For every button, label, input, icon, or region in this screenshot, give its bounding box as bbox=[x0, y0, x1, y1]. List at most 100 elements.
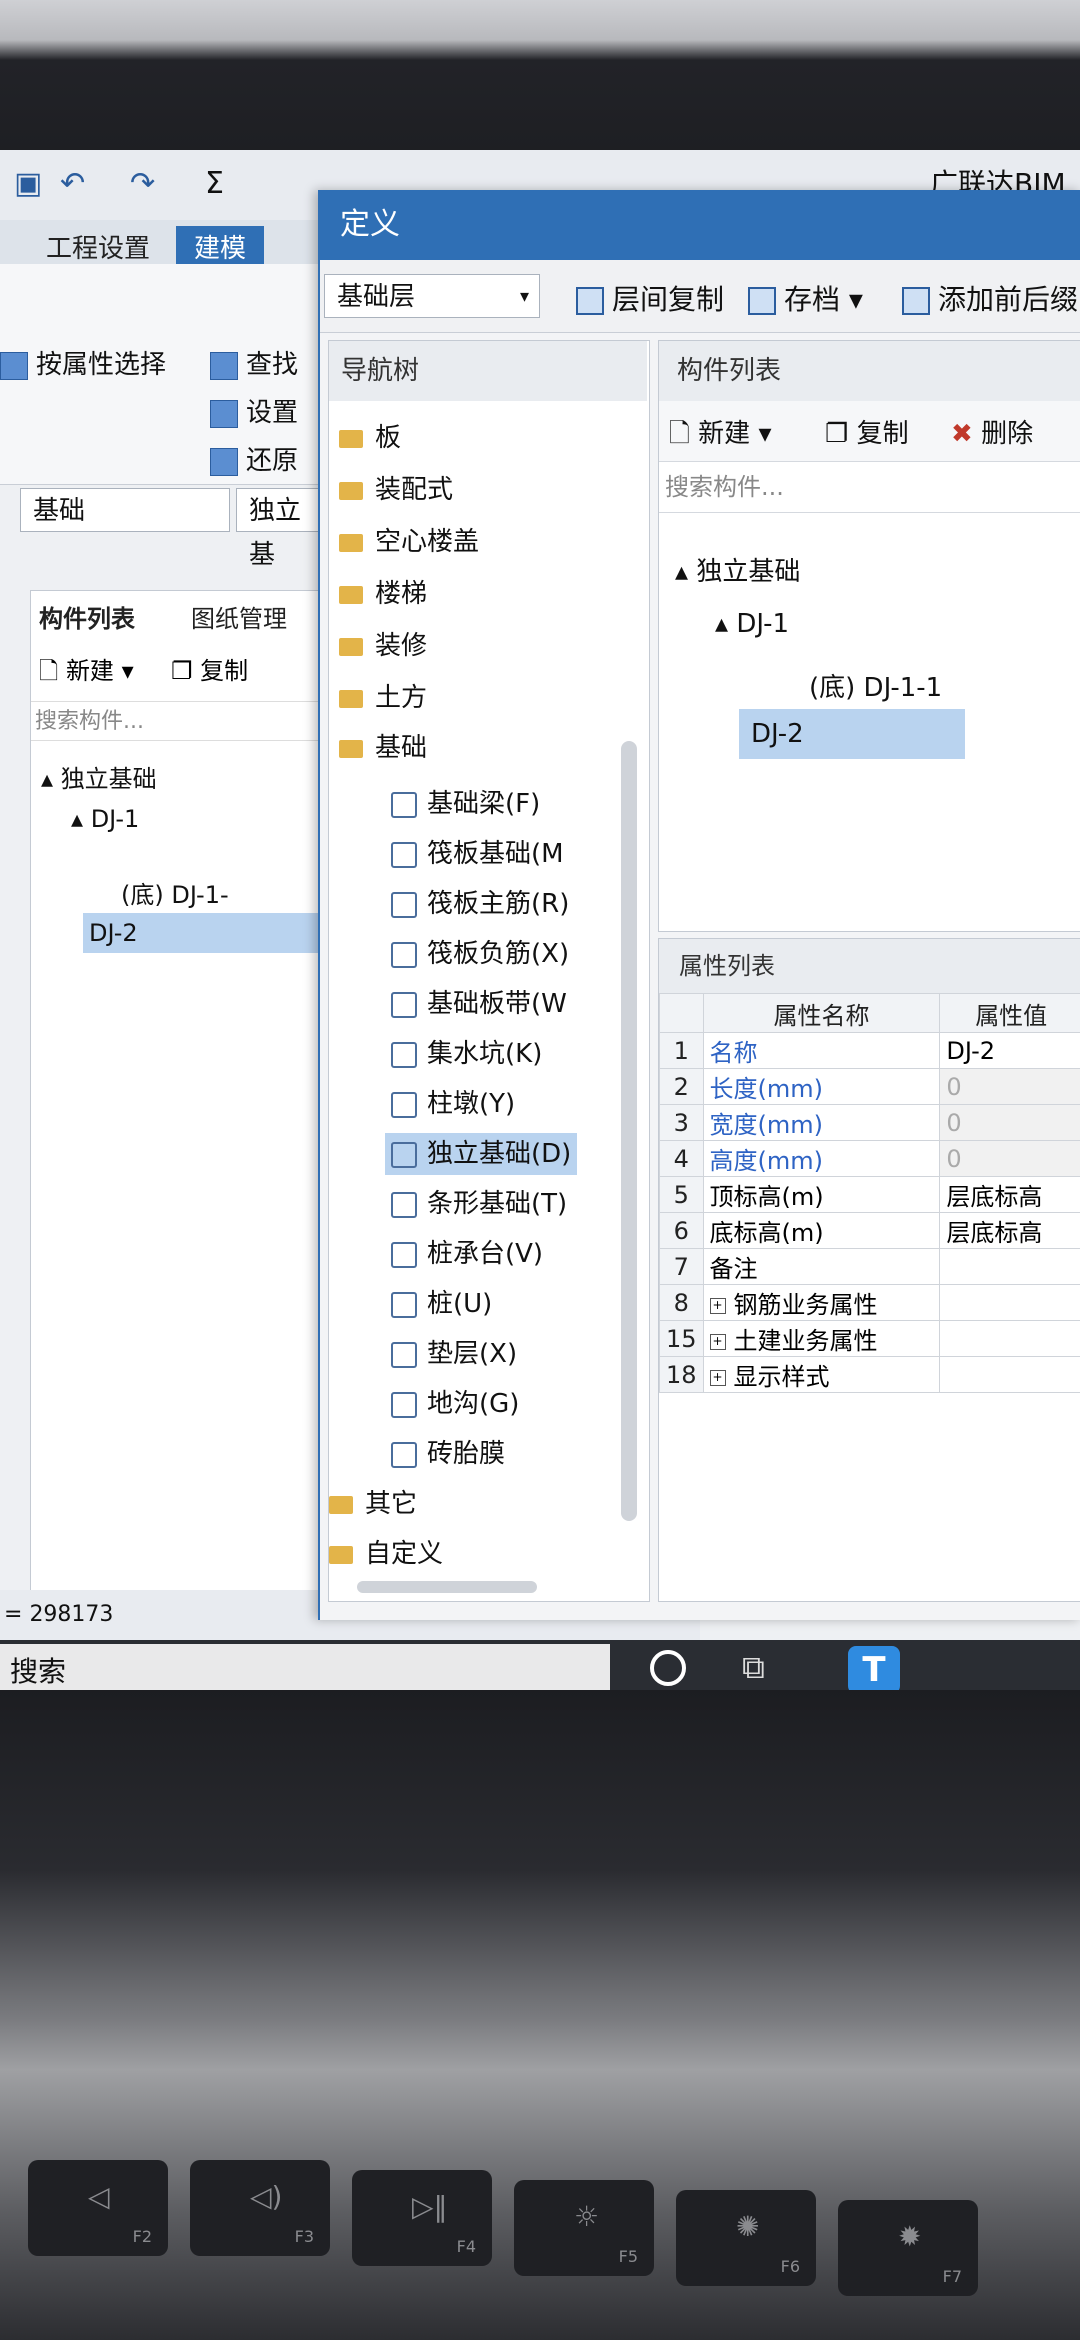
expand-icon[interactable]: + bbox=[709, 1370, 726, 1386]
key-f5[interactable]: ☼ F5 bbox=[514, 2180, 654, 2276]
table-row-expandable[interactable]: 15 + 土建业务属性 bbox=[659, 1320, 1080, 1357]
key-f3[interactable]: ◁) F3 bbox=[190, 2160, 330, 2256]
table-row-expandable[interactable]: 8 + 钢筋业务属性 bbox=[659, 1284, 1080, 1321]
add-prefix-suffix-button[interactable]: 添加前后缀 bbox=[902, 278, 1078, 318]
dialog-toolbar: 基础层 ▾ 层间复制 存档 ▾ 添加前后缀 bbox=[320, 260, 1080, 333]
tab-project-settings[interactable]: 工程设置 bbox=[28, 226, 168, 267]
nav-item-trench[interactable]: 地沟(G) bbox=[391, 1387, 519, 1421]
nav-folder-stairs[interactable]: 楼梯 bbox=[339, 577, 427, 611]
nav-item-isolated-footing[interactable]: 独立基础(D) bbox=[385, 1133, 577, 1175]
table-row[interactable]: 3 宽度(mm) 0 bbox=[659, 1104, 1080, 1141]
set-button[interactable]: 设置 bbox=[210, 392, 298, 429]
tab-modeling[interactable]: 建模 bbox=[176, 226, 265, 267]
key-f2[interactable]: ◁ F2 bbox=[28, 2160, 168, 2256]
component-search-input[interactable]: 搜索构件... bbox=[659, 461, 1080, 513]
property-list-panel: 属性列表 属性名称 属性值 1 名称 DJ-2 2 长度(mm) 0 3 宽度(mm) 0 … bbox=[658, 938, 1080, 1602]
select-by-attribute-button[interactable]: 按属性选择 bbox=[0, 344, 166, 381]
tree-item[interactable]: (底) DJ-1-1 bbox=[809, 667, 942, 704]
restore-icon bbox=[210, 447, 238, 476]
tree-item[interactable]: ▴ 独立基础 bbox=[675, 551, 800, 588]
undo-icon[interactable]: ↶ bbox=[60, 166, 85, 201]
copy-button[interactable]: ❐ 复制 bbox=[825, 413, 909, 450]
nav-folder-other[interactable]: 其它 bbox=[329, 1487, 417, 1521]
nav-item-raft-main-rebar[interactable]: 筏板主筋(R) bbox=[391, 887, 569, 921]
nav-folder-slab[interactable]: 板 bbox=[339, 421, 401, 455]
search-input[interactable]: 搜索构件... bbox=[31, 701, 321, 741]
task-view-icon[interactable]: ⧉ bbox=[742, 1648, 765, 1687]
nav-item-sump[interactable]: 集水坑(K) bbox=[391, 1037, 542, 1071]
key-f7[interactable]: ✹ F7 bbox=[838, 2200, 978, 2296]
restore-button[interactable]: 还原 bbox=[210, 440, 298, 477]
nav-folder-decoration[interactable]: 装修 bbox=[339, 629, 427, 663]
floor-combo[interactable]: 基础 bbox=[20, 488, 230, 532]
status-number: = 298173 bbox=[4, 1602, 114, 1627]
definition-dialog: 定义 基础层 ▾ 层间复制 存档 ▾ 添加前后缀 导航树 板 装配式 空心楼盖 楼… bbox=[318, 190, 1080, 1620]
new-button[interactable]: 🗋 新建 ▾ bbox=[669, 413, 772, 459]
col-value: 属性值 bbox=[939, 993, 1080, 1033]
nav-folder-hollow-floor[interactable]: 空心楼盖 bbox=[339, 525, 479, 559]
nav-item-raft-neg-rebar[interactable]: 筏板负筋(X) bbox=[391, 937, 569, 971]
delete-button[interactable]: ✖ 删除 bbox=[951, 413, 1033, 450]
key-f6[interactable]: ✺ F6 bbox=[676, 2190, 816, 2286]
isolated-footing-icon bbox=[391, 1141, 417, 1168]
volume-down-icon: ◁ bbox=[88, 2180, 110, 2213]
new-button[interactable]: 🗋 新建 ▾ bbox=[39, 651, 134, 695]
folder-open-icon bbox=[339, 739, 363, 758]
nav-item-pile[interactable]: 桩(U) bbox=[391, 1287, 492, 1321]
table-row[interactable]: 6 底标高(m) 层底标高 bbox=[659, 1212, 1080, 1249]
folder-icon bbox=[329, 1495, 353, 1514]
save-icon[interactable]: ▣ bbox=[14, 166, 42, 201]
monitor-bezel bbox=[0, 0, 1080, 170]
copy-between-floors-button[interactable]: 层间复制 bbox=[576, 278, 724, 318]
key-f4[interactable]: ▷‖ F4 bbox=[352, 2170, 492, 2266]
nav-folder-prefab[interactable]: 装配式 bbox=[339, 473, 453, 507]
nav-item-brick-mold[interactable]: 砖胎膜 bbox=[391, 1437, 505, 1471]
folder-icon bbox=[339, 481, 363, 500]
nav-folder-earthwork[interactable]: 土方 bbox=[339, 681, 427, 715]
trench-icon bbox=[391, 1391, 417, 1418]
new-icon: 🗋 bbox=[669, 419, 699, 449]
copy-button[interactable]: ❐ 复制 bbox=[171, 651, 248, 686]
nav-folder-custom[interactable]: 自定义 bbox=[329, 1537, 443, 1571]
nav-item-column-pier[interactable]: 柱墩(Y) bbox=[391, 1087, 515, 1121]
nav-item-cushion[interactable]: 垫层(X) bbox=[391, 1337, 517, 1371]
table-row[interactable]: 1 名称 DJ-2 bbox=[659, 1032, 1080, 1069]
property-list-header: 属性列表 bbox=[659, 939, 1080, 993]
nav-item-foundation-beam[interactable]: 基础梁(F) bbox=[391, 787, 540, 821]
taskbar-search[interactable]: 搜索 bbox=[0, 1644, 610, 1690]
table-row-expandable[interactable]: 18 + 显示样式 bbox=[659, 1356, 1080, 1393]
nav-hscrollbar[interactable] bbox=[357, 1581, 537, 1593]
tree-item[interactable]: ▴ DJ-1 bbox=[715, 609, 789, 639]
sum-icon[interactable]: Σ bbox=[205, 166, 224, 201]
dialog-title: 定义 bbox=[320, 190, 1080, 260]
col-index bbox=[659, 993, 704, 1033]
expand-icon[interactable]: + bbox=[709, 1334, 726, 1350]
tree-item[interactable]: ▴ DJ-1 bbox=[71, 805, 139, 833]
expand-icon[interactable]: + bbox=[709, 1298, 726, 1314]
nav-item-raft[interactable]: 筏板基础(M bbox=[391, 837, 564, 871]
redo-icon[interactable]: ↷ bbox=[130, 166, 155, 201]
cortana-icon[interactable] bbox=[650, 1650, 686, 1686]
tree-item[interactable]: (底) DJ-1- bbox=[121, 875, 229, 910]
archive-button[interactable]: 存档 ▾ bbox=[748, 278, 863, 318]
table-row[interactable]: 7 备注 bbox=[659, 1248, 1080, 1285]
tab-drawing-management[interactable]: 图纸管理 bbox=[191, 599, 287, 634]
nav-item-strip-footing[interactable]: 条形基础(T) bbox=[391, 1187, 567, 1221]
tree-item-selected[interactable]: DJ-2 bbox=[83, 913, 321, 953]
laptop-base: ◁ F2 ◁) F3 ▷‖ F4 ☼ F5 ✺ F6 ✹ F7 bbox=[0, 1690, 1080, 2340]
table-row[interactable]: 4 高度(mm) 0 bbox=[659, 1140, 1080, 1177]
tab-component-list[interactable]: 构件列表 bbox=[39, 599, 135, 634]
floor-select[interactable]: 基础层 ▾ bbox=[324, 274, 540, 318]
nav-item-foundation-strip[interactable]: 基础板带(W bbox=[391, 987, 567, 1021]
tree-item[interactable]: ▴ 独立基础 bbox=[41, 759, 157, 794]
find-button[interactable]: 查找 bbox=[210, 344, 298, 381]
table-row[interactable]: 2 长度(mm) 0 bbox=[659, 1068, 1080, 1105]
nav-scrollbar[interactable] bbox=[621, 741, 637, 1521]
nav-item-pile-cap[interactable]: 桩承台(V) bbox=[391, 1237, 543, 1271]
nav-folder-foundation[interactable]: 基础 bbox=[339, 731, 427, 765]
tree-item-selected[interactable]: DJ-2 bbox=[739, 709, 965, 759]
type-combo[interactable]: 独立基 bbox=[236, 488, 326, 570]
table-row[interactable]: 5 顶标高(m) 层底标高 bbox=[659, 1176, 1080, 1213]
pile-icon bbox=[391, 1291, 417, 1318]
app-taskbar-icon[interactable]: T bbox=[848, 1646, 900, 1690]
